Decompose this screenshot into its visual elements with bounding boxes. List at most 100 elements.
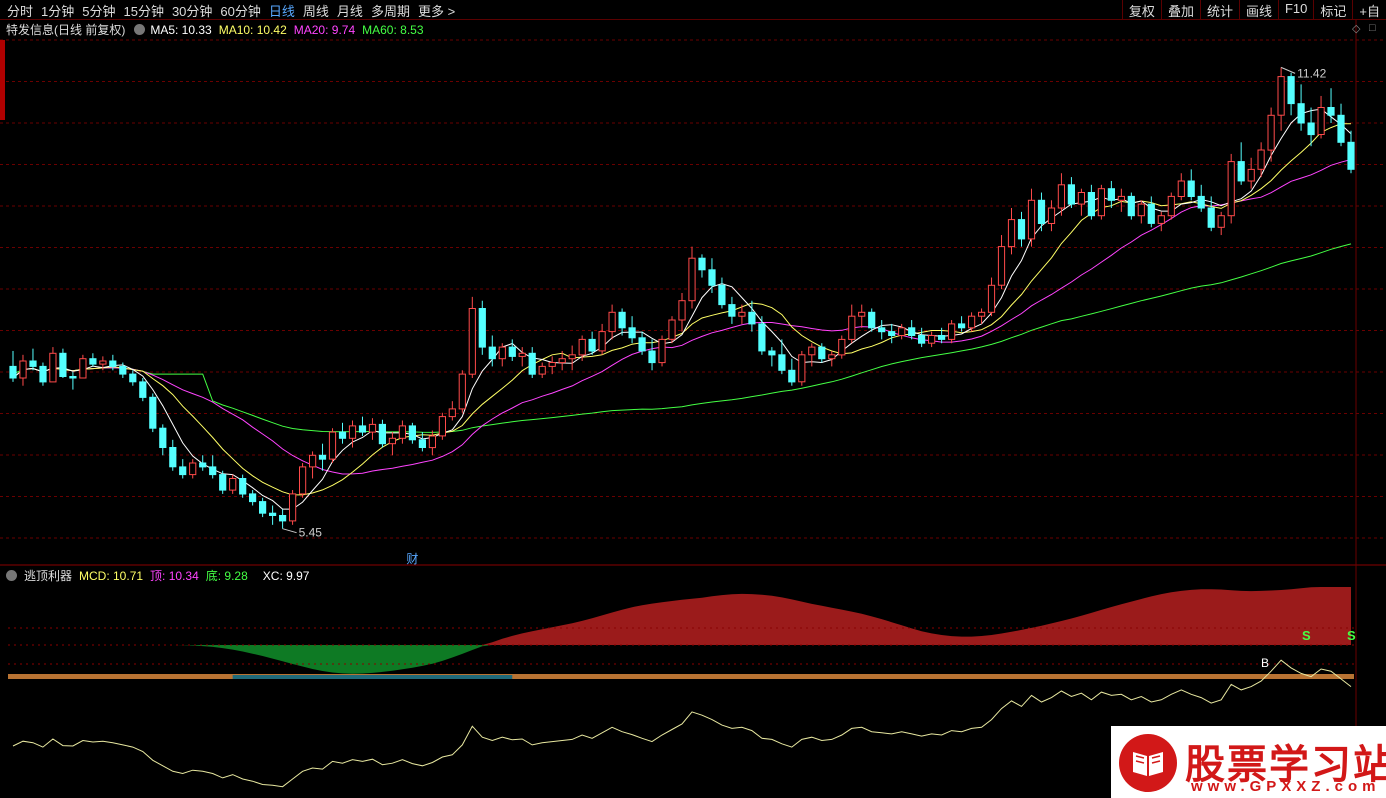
candle xyxy=(948,323,956,340)
period-tab-4[interactable]: 30分钟 xyxy=(169,1,217,20)
left-edge-indicator xyxy=(0,40,5,120)
candle xyxy=(908,327,916,336)
candle xyxy=(448,408,456,418)
sell-marker-1: S xyxy=(1302,628,1311,643)
period-tab-2[interactable]: 5分钟 xyxy=(79,1,120,20)
candle xyxy=(1217,215,1225,228)
candle xyxy=(428,435,436,449)
period-tab-0[interactable]: 分时 xyxy=(4,1,38,20)
diamond-icon[interactable]: ◇ xyxy=(1352,22,1360,35)
candle xyxy=(538,365,546,375)
candle xyxy=(997,246,1006,286)
candle xyxy=(848,315,856,340)
candle xyxy=(528,352,536,375)
candle xyxy=(1157,215,1165,224)
period-tab-10[interactable]: 更多 > xyxy=(415,1,460,20)
candle xyxy=(608,311,616,333)
period-tab-9[interactable]: 多周期 xyxy=(368,1,415,20)
period-tab-8[interactable]: 月线 xyxy=(334,1,368,20)
candle xyxy=(159,427,167,449)
main-legend: 特发信息(日线 前复权) MA5: 10.33 MA10: 10.42 MA20… xyxy=(6,21,424,38)
high-label: 11.42 xyxy=(1297,66,1326,80)
candle xyxy=(1117,195,1126,201)
period-tab-7[interactable]: 周线 xyxy=(300,1,334,20)
candle xyxy=(119,365,127,375)
candle xyxy=(1297,103,1305,124)
candle xyxy=(249,493,257,503)
candle xyxy=(758,323,766,352)
period-tab-5[interactable]: 60分钟 xyxy=(217,1,265,20)
candle xyxy=(1257,149,1265,170)
indicator-name[interactable]: 逃顶利器 xyxy=(24,567,72,584)
candle xyxy=(478,308,486,348)
candle xyxy=(408,425,416,441)
period-tabs: 分时 1分钟 5分钟 15分钟 30分钟 60分钟 日线 周线 月线 多周期 更多 > xyxy=(4,1,460,20)
candle xyxy=(1167,195,1175,217)
site-logo: 股票学习站 www.GPXXZ.com xyxy=(1111,726,1386,798)
candle xyxy=(1067,184,1076,205)
candle xyxy=(1347,141,1355,170)
candle xyxy=(438,416,446,437)
ma20-value: MA20: 9.74 xyxy=(293,22,356,37)
settings-dot-icon[interactable] xyxy=(134,24,146,35)
ma60-line xyxy=(12,243,1352,433)
tool-button-5[interactable]: 标记 xyxy=(1313,0,1352,20)
period-tab-3[interactable]: 15分钟 xyxy=(120,1,168,20)
logo-url: www.GPXXZ.com xyxy=(1191,778,1381,795)
candle xyxy=(778,354,786,371)
high-label-pointer xyxy=(1280,66,1296,74)
candle xyxy=(658,338,666,364)
buy-marker: B xyxy=(1261,656,1269,670)
candle xyxy=(309,454,317,468)
candle xyxy=(987,284,996,313)
candle xyxy=(468,308,476,375)
candle xyxy=(748,311,756,325)
indicator-settings-dot-icon[interactable] xyxy=(6,570,17,581)
indicator-teal-band xyxy=(232,675,513,679)
candle xyxy=(678,300,686,321)
candle xyxy=(169,447,177,468)
period-toolbar: 分时 1分钟 5分钟 15分钟 30分钟 60分钟 日线 周线 月线 多周期 更多 > 复权 叠加 统计… xyxy=(0,0,1386,20)
candle xyxy=(558,358,566,364)
candle xyxy=(1307,122,1315,136)
candle xyxy=(648,350,656,364)
candle xyxy=(289,493,297,522)
candle xyxy=(728,304,736,317)
candle xyxy=(229,478,237,491)
candle xyxy=(638,337,646,352)
tool-button-6[interactable]: +自 xyxy=(1352,0,1386,20)
tool-button-2[interactable]: 统计 xyxy=(1199,0,1239,20)
candle xyxy=(968,315,976,329)
candle xyxy=(358,425,367,433)
tool-button-4[interactable]: F10 xyxy=(1277,0,1313,20)
candle xyxy=(928,335,936,344)
top-value: 顶: 10.34 xyxy=(150,569,199,583)
indicator-legend: 逃顶利器 MCD: 10.71 顶: 10.34 底: 9.28 XC: 9.9… xyxy=(6,567,309,584)
candle xyxy=(1137,203,1145,217)
candle xyxy=(568,354,576,360)
candle xyxy=(59,352,67,377)
stock-title[interactable]: 特发信息(日线 前复权) xyxy=(6,21,125,38)
candle xyxy=(1317,107,1325,135)
period-tab-1[interactable]: 1分钟 xyxy=(38,1,79,20)
period-tab-6[interactable]: 日线 xyxy=(266,1,300,20)
tool-button-1[interactable]: 叠加 xyxy=(1160,0,1200,20)
candle xyxy=(1077,192,1086,205)
candle xyxy=(348,425,357,439)
tool-button-3[interactable]: 画线 xyxy=(1238,0,1278,20)
kline-chart[interactable]: 11.425.45财涨榜SSB xyxy=(0,0,1386,798)
candle xyxy=(49,352,57,383)
indicator-green-area xyxy=(12,645,1352,674)
candle xyxy=(628,327,636,339)
candle xyxy=(189,462,197,476)
sell-marker-2: S xyxy=(1347,628,1356,643)
candle xyxy=(1147,203,1155,224)
candle xyxy=(1287,76,1295,105)
candle xyxy=(708,269,716,286)
candle xyxy=(1237,161,1245,182)
candle xyxy=(368,423,377,433)
candle xyxy=(328,431,337,460)
collapse-icon[interactable]: □ xyxy=(1369,22,1376,34)
tool-button-0[interactable]: 复权 xyxy=(1121,0,1161,20)
candle xyxy=(938,335,946,340)
